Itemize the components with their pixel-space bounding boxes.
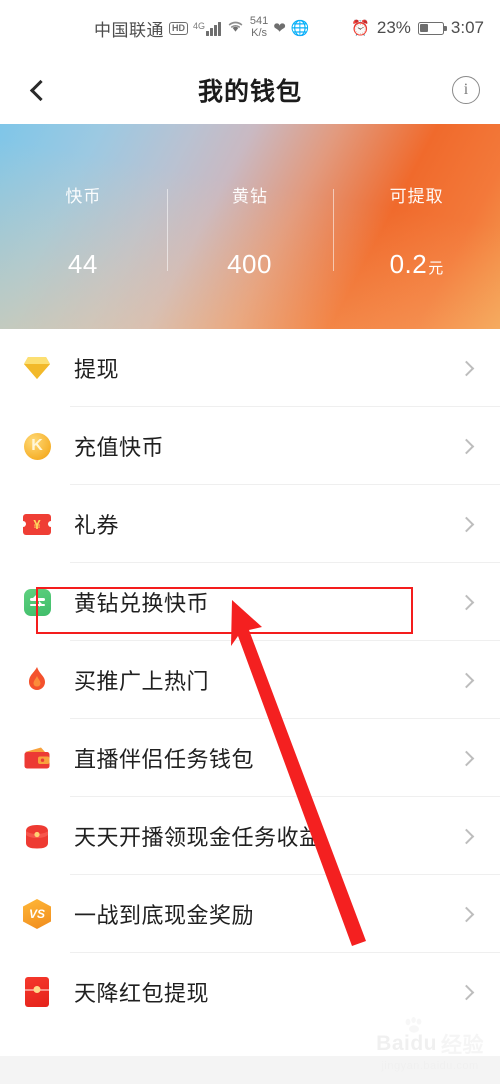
chevron-right-icon xyxy=(458,750,475,766)
list-item-gift-voucher[interactable]: ¥ 礼券 xyxy=(0,485,500,563)
watermark-brand-cn: 经验 xyxy=(441,1034,484,1057)
chevron-right-icon xyxy=(458,906,475,922)
vs-badge-icon: VS xyxy=(20,897,54,931)
status-bar-right: ⏰ 23% 3:07 xyxy=(351,18,484,38)
alarm-clock-icon: ⏰ xyxy=(351,19,370,37)
stat-unit: 元 xyxy=(428,260,444,277)
signal-strength-icon: 4G xyxy=(193,21,221,36)
stat-value: 0.2元 xyxy=(390,251,444,277)
diamond-gem-icon xyxy=(20,351,54,385)
list-item-label: 提现 xyxy=(74,357,120,382)
list-item-label: 天降红包提现 xyxy=(74,981,210,1006)
data-speed-unit: K/s xyxy=(251,27,268,39)
globe-icon: 🌐 xyxy=(290,19,310,37)
vs-glyph: VS xyxy=(23,899,51,929)
clock-label: 3:07 xyxy=(450,18,484,37)
k-coin-glyph: K xyxy=(23,432,51,460)
info-circle-icon[interactable]: i xyxy=(452,76,480,104)
chevron-right-icon xyxy=(458,672,475,688)
wallet-balance-banner: 快币 44 黄钻 400 可提取 0.2元 xyxy=(0,124,500,329)
stat-withdrawable[interactable]: 可提取 0.2元 xyxy=(333,182,500,277)
chevron-right-icon xyxy=(458,828,475,844)
stat-number: 0.2 xyxy=(389,249,428,279)
battery-icon xyxy=(417,21,447,35)
carrier-label: 中国联通 xyxy=(94,20,164,40)
stat-kuaibi[interactable]: 快币 44 xyxy=(0,182,167,277)
stat-huangzuan[interactable]: 黄钻 400 xyxy=(167,182,334,277)
chevron-right-icon xyxy=(458,516,475,532)
list-item-live-companion-task-wallet[interactable]: 直播伴侣任务钱包 xyxy=(0,719,500,797)
back-button[interactable] xyxy=(20,70,60,110)
status-bar-left: 中国联通 HD 4G 541 K/s ❤ 🌐 xyxy=(94,16,310,41)
chevron-left-icon xyxy=(29,79,51,101)
footer-strip xyxy=(0,1056,500,1084)
chevron-right-icon xyxy=(458,438,475,454)
network-type-label: 4G xyxy=(193,20,206,31)
gift-ticket-icon: ¥ xyxy=(20,507,54,541)
flame-icon xyxy=(20,663,54,697)
page-title: 我的钱包 xyxy=(197,78,302,106)
list-item-label: 天天开播领现金任务收益 xyxy=(74,825,322,850)
signal-bars-icon xyxy=(206,21,221,36)
list-item-recharge-kuaibi[interactable]: K 充值快币 xyxy=(0,407,500,485)
ticket-glyph: ¥ xyxy=(23,513,51,535)
list-item-label: 黄钻兑换快币 xyxy=(74,591,210,616)
wifi-icon xyxy=(226,18,245,38)
list-item-vs-cash-reward[interactable]: VS 一战到底现金奖励 xyxy=(0,875,500,953)
data-speed-indicator: 541 K/s xyxy=(250,16,268,39)
battery-percent-label: 23% xyxy=(376,18,411,37)
money-pouch-icon xyxy=(20,819,54,853)
list-item-withdraw[interactable]: 提现 xyxy=(0,329,500,407)
chevron-right-icon xyxy=(458,360,475,376)
list-item-label: 一战到底现金奖励 xyxy=(74,903,255,928)
k-coin-icon: K xyxy=(20,429,54,463)
stat-label: 快币 xyxy=(65,187,102,206)
list-item-red-envelope-withdraw[interactable]: 天降红包提现 xyxy=(0,953,500,1031)
wallet-menu-list: 提现 K 充值快币 ¥ 礼券 黄钻兑换快币 买推广上热门 直播伴侣任务钱包 天天… xyxy=(0,329,500,1031)
data-speed-value: 541 xyxy=(249,15,269,28)
status-bar: 中国联通 HD 4G 541 K/s ❤ 🌐 ⏰ 23% 3:07 xyxy=(0,0,500,56)
stat-label: 黄钻 xyxy=(232,187,268,206)
watermark-brand: Baidu xyxy=(376,1032,437,1055)
stat-value: 44 xyxy=(68,251,99,277)
list-item-label: 充值快币 xyxy=(74,435,165,460)
chevron-right-icon xyxy=(458,594,475,610)
list-item-daily-live-cash-task[interactable]: 天天开播领现金任务收益 xyxy=(0,797,500,875)
watermark-brand-row: Baidu 经验 xyxy=(376,1029,484,1059)
stat-label: 可提取 xyxy=(389,187,444,206)
list-item-exchange-huangzuan-to-kuaibi[interactable]: 黄钻兑换快币 xyxy=(0,563,500,641)
page-header: 我的钱包 i xyxy=(0,56,500,124)
info-glyph: i xyxy=(463,81,469,98)
list-item-label: 礼券 xyxy=(74,513,120,538)
wallet-icon xyxy=(20,741,54,775)
stat-number: 400 xyxy=(227,249,272,279)
chevron-right-icon xyxy=(458,984,475,1000)
list-item-label: 直播伴侣任务钱包 xyxy=(74,747,255,772)
balance-stats-row: 快币 44 黄钻 400 可提取 0.2元 xyxy=(0,124,500,329)
heart-icon: ❤ xyxy=(273,19,286,37)
list-item-buy-promotion[interactable]: 买推广上热门 xyxy=(0,641,500,719)
stat-value: 400 xyxy=(227,251,273,277)
red-envelope-icon xyxy=(20,975,54,1009)
hd-badge-icon: HD xyxy=(169,21,188,35)
list-item-label: 买推广上热门 xyxy=(74,669,210,694)
stat-number: 44 xyxy=(67,249,98,279)
exchange-arrows-icon xyxy=(20,585,54,619)
